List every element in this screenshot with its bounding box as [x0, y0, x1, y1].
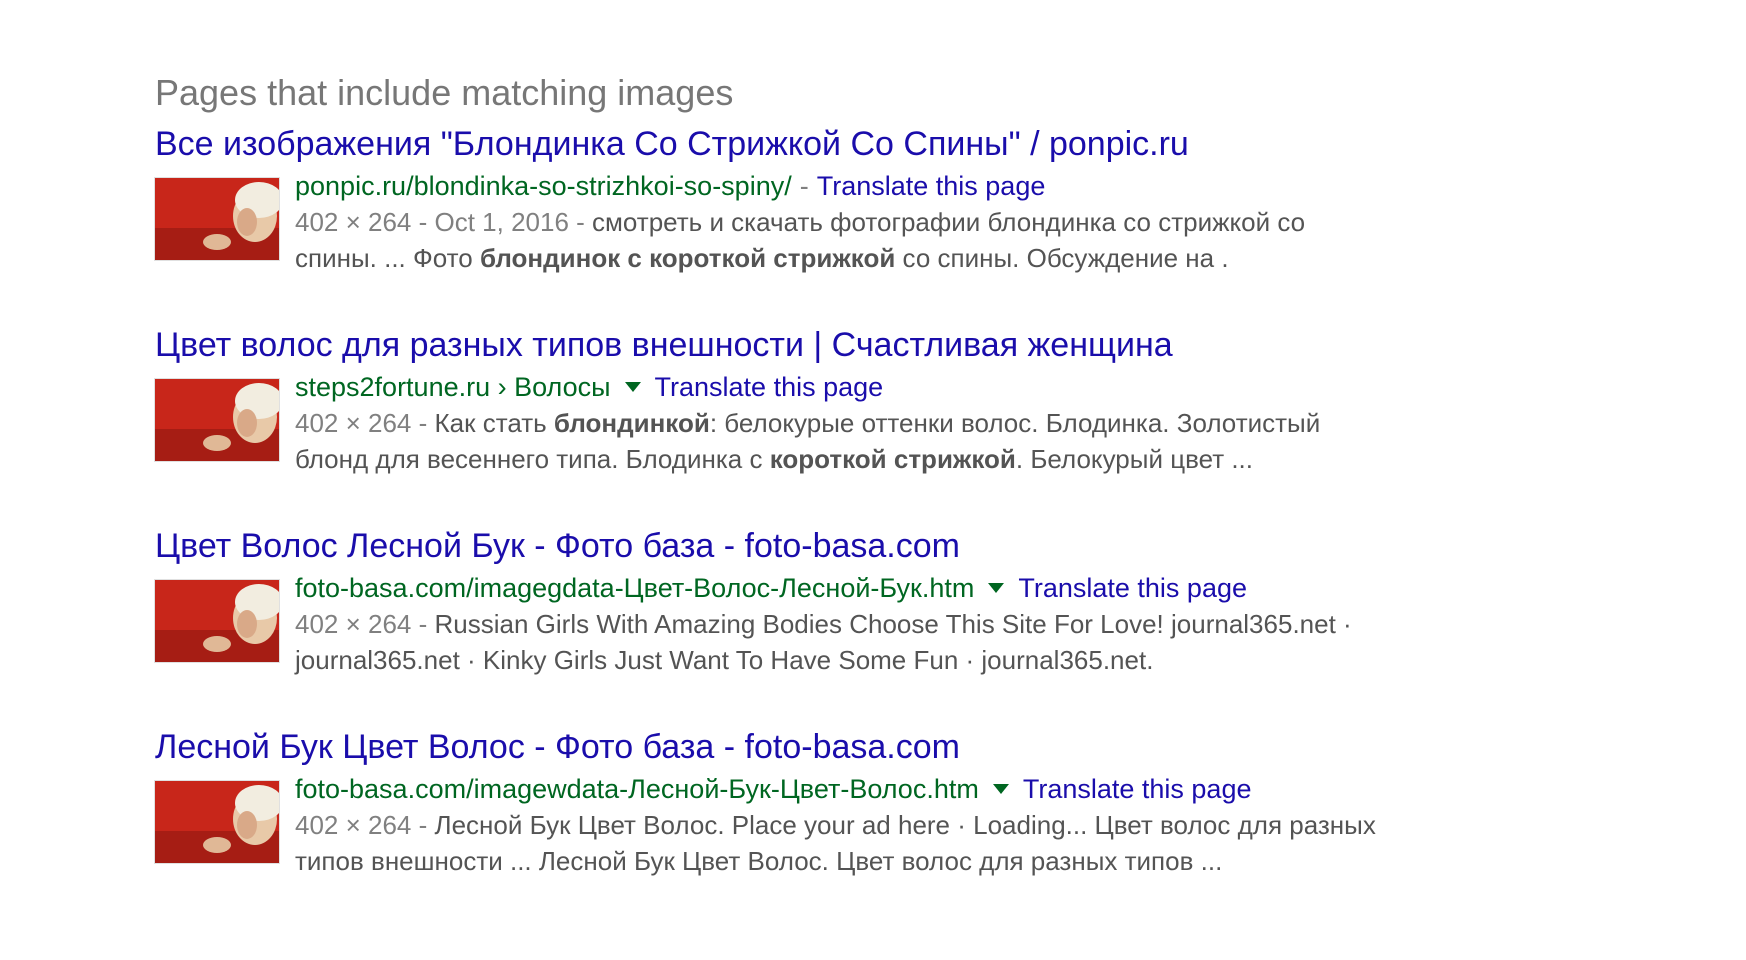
result-snippet: 402 × 264 - Как стать блондинкой: белоку… — [295, 405, 1380, 477]
result-url[interactable]: foto-basa.com/imagewdata-Лесной-Бук-Цвет… — [295, 771, 979, 807]
result-body: foto-basa.com/imagewdata-Лесной-Бук-Цвет… — [155, 771, 1475, 879]
result-body: ponpic.ru/blondinka-so-strizhkoi-so-spin… — [155, 168, 1475, 276]
section-heading: Pages that include matching images — [155, 72, 734, 113]
search-result: Цвет Волос Лесной Бук - Фото база - foto… — [155, 524, 1475, 678]
result-thumbnail[interactable] — [155, 178, 279, 260]
result-thumbnail[interactable] — [155, 379, 279, 461]
result-meta: 402 × 264 - Oct 1, 2016 - — [295, 207, 585, 237]
result-snippet: 402 × 264 - Oct 1, 2016 - смотреть и ска… — [295, 204, 1380, 276]
result-thumbnail[interactable] — [155, 580, 279, 662]
snippet-highlight: блондинок с короткой стрижкой — [479, 243, 896, 273]
translate-link[interactable]: Translate this page — [1023, 771, 1252, 807]
result-text: foto-basa.com/imagewdata-Лесной-Бук-Цвет… — [295, 771, 1475, 879]
result-url-line: steps2fortune.ru › Волосы Translate this… — [295, 369, 1475, 405]
snippet-highlight: короткой стрижкой — [769, 444, 1016, 474]
translate-link[interactable]: Translate this page — [817, 168, 1046, 204]
result-url-line: ponpic.ru/blondinka-so-strizhkoi-so-spin… — [295, 168, 1475, 204]
search-result: Все изображения "Блондинка Со Стрижкой С… — [155, 122, 1475, 276]
snippet-text: со спины. Обсуждение на . — [895, 243, 1229, 273]
result-title-link[interactable]: Цвет волос для разных типов внешности | … — [155, 323, 1475, 367]
result-url[interactable]: foto-basa.com/imagegdata-Цвет-Волос-Лесн… — [295, 570, 974, 606]
result-text: foto-basa.com/imagegdata-Цвет-Волос-Лесн… — [295, 570, 1475, 678]
result-url[interactable]: steps2fortune.ru › Волосы — [295, 369, 611, 405]
result-text: ponpic.ru/blondinka-so-strizhkoi-so-spin… — [295, 168, 1475, 276]
caret-down-icon[interactable] — [988, 583, 1005, 593]
translate-link[interactable]: Translate this page — [1018, 570, 1247, 606]
snippet-highlight: блондинкой — [553, 408, 710, 438]
result-meta: 402 × 264 - — [295, 810, 428, 840]
result-url-line: foto-basa.com/imagewdata-Лесной-Бук-Цвет… — [295, 771, 1475, 807]
result-body: steps2fortune.ru › Волосы Translate this… — [155, 369, 1475, 477]
caret-down-icon[interactable] — [992, 784, 1009, 794]
result-title-link[interactable]: Все изображения "Блондинка Со Стрижкой С… — [155, 122, 1475, 166]
result-thumbnail[interactable] — [155, 781, 279, 863]
search-result: Лесной Бук Цвет Волос - Фото база - foto… — [155, 725, 1475, 879]
snippet-text: Лесной Бук Цвет Волос. Place your ad her… — [295, 810, 1376, 876]
result-title-link[interactable]: Лесной Бук Цвет Волос - Фото база - foto… — [155, 725, 1475, 769]
caret-down-icon[interactable] — [624, 382, 641, 392]
snippet-text: Russian Girls With Amazing Bodies Choose… — [295, 609, 1352, 675]
result-meta: 402 × 264 - — [295, 408, 428, 438]
result-meta: 402 × 264 - — [295, 609, 428, 639]
result-url[interactable]: ponpic.ru/blondinka-so-strizhkoi-so-spin… — [295, 168, 792, 204]
result-snippet: 402 × 264 - Russian Girls With Amazing B… — [295, 606, 1380, 678]
result-title-link[interactable]: Цвет Волос Лесной Бук - Фото база - foto… — [155, 524, 1475, 568]
result-snippet: 402 × 264 - Лесной Бук Цвет Волос. Place… — [295, 807, 1380, 879]
snippet-text: Как стать — [434, 408, 554, 438]
result-body: foto-basa.com/imagegdata-Цвет-Волос-Лесн… — [155, 570, 1475, 678]
result-text: steps2fortune.ru › Волосы Translate this… — [295, 369, 1475, 477]
translate-link[interactable]: Translate this page — [655, 369, 884, 405]
url-separator: - — [799, 171, 809, 201]
result-url-line: foto-basa.com/imagegdata-Цвет-Волос-Лесн… — [295, 570, 1475, 606]
snippet-text: . Белокурый цвет ... — [1015, 444, 1254, 474]
search-result: Цвет волос для разных типов внешности | … — [155, 323, 1475, 477]
matching-pages-section: Pages that include matching images Все и… — [155, 70, 1475, 926]
